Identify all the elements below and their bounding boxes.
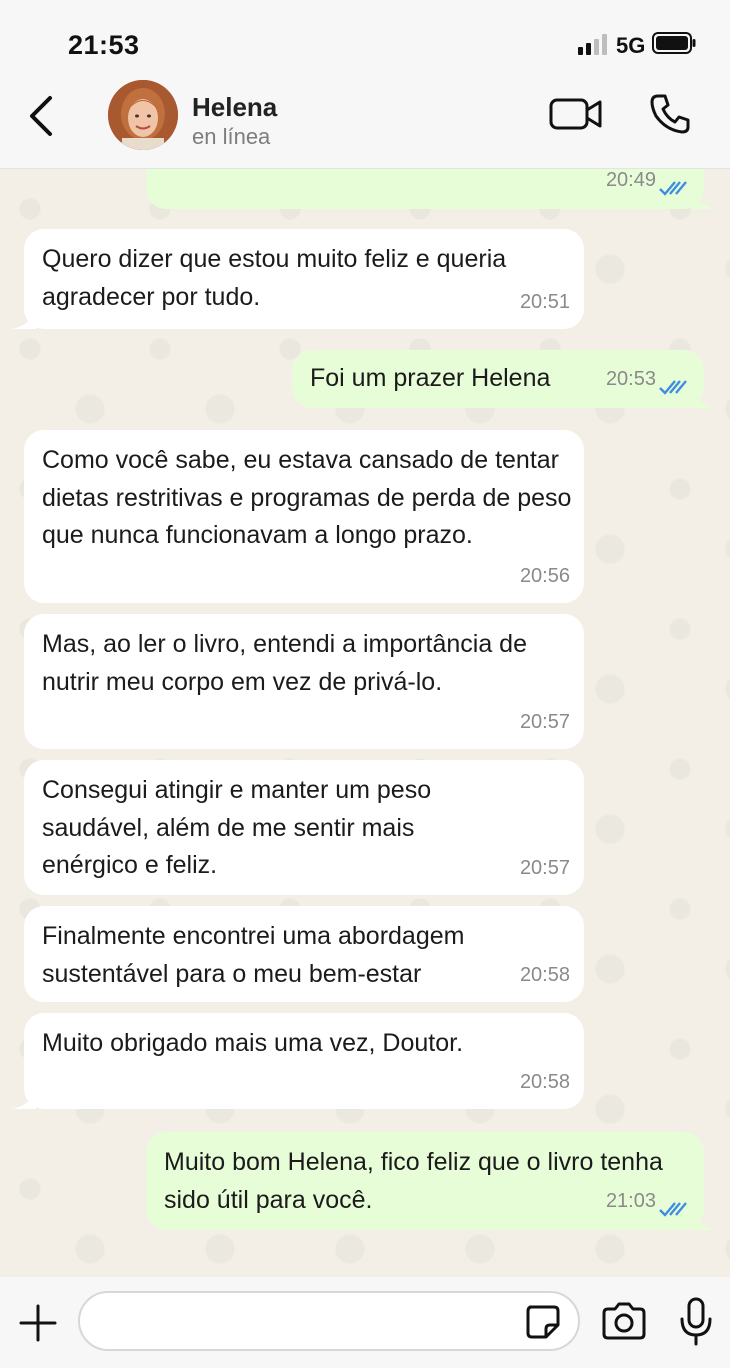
back-arrow-icon[interactable] (26, 94, 60, 138)
avatar[interactable] (108, 80, 178, 150)
message-composer (0, 1277, 730, 1368)
chat-area[interactable]: 20:49 Quero dizer que estou muito feliz … (0, 169, 730, 1277)
battery-icon (652, 32, 696, 54)
message-time: 20:49 (605, 169, 656, 191)
double-check-icon (659, 181, 687, 196)
status-time: 21:53 (68, 30, 140, 60)
network-type: 5G (616, 33, 646, 58)
plus-icon[interactable] (18, 1303, 58, 1343)
contact-status: en línea (192, 124, 271, 149)
message-time: 20:57 (519, 856, 570, 879)
message-incoming[interactable]: Quero dizer que estou muito feliz e quer… (12, 229, 584, 329)
message-incoming[interactable]: Como você sabe, eu estava cansado de ten… (24, 430, 584, 603)
phone-icon[interactable] (648, 92, 692, 136)
microphone-icon[interactable] (676, 1297, 716, 1347)
message-outgoing[interactable]: 20:49 (146, 169, 716, 209)
message-outgoing[interactable]: Muito bom Helena, fico feliz que o livro… (146, 1132, 716, 1230)
message-incoming[interactable]: Consegui atingir e manter um peso saudáv… (24, 760, 584, 895)
status-bar: 21:53 5G (0, 0, 730, 80)
message-incoming[interactable]: Finalmente encontrei uma abordagem suste… (24, 906, 584, 1002)
message-time: 20:51 (519, 290, 570, 313)
message-outgoing[interactable]: Foi um prazer Helena 20:53 (292, 350, 716, 408)
message-time: 20:57 (519, 710, 570, 733)
message-time: 20:58 (519, 1070, 570, 1093)
contact-name[interactable]: Helena (192, 92, 277, 123)
sticker-icon[interactable] (524, 1303, 562, 1341)
message-time: 20:58 (519, 963, 570, 986)
video-call-icon[interactable] (548, 94, 604, 134)
double-check-icon (659, 1202, 687, 1217)
chat-header: Helena en línea (0, 80, 730, 169)
double-check-icon (659, 380, 687, 395)
message-time: 21:03 (605, 1189, 656, 1212)
message-input[interactable] (78, 1291, 580, 1351)
signal-icon (578, 34, 607, 55)
message-time: 20:56 (519, 564, 570, 587)
message-time: 20:53 (605, 367, 656, 390)
camera-icon[interactable] (600, 1301, 648, 1341)
message-incoming[interactable]: Mas, ao ler o livro, entendi a importânc… (24, 614, 584, 749)
message-incoming[interactable]: Muito obrigado mais uma vez, Doutor. 20:… (12, 1013, 584, 1109)
